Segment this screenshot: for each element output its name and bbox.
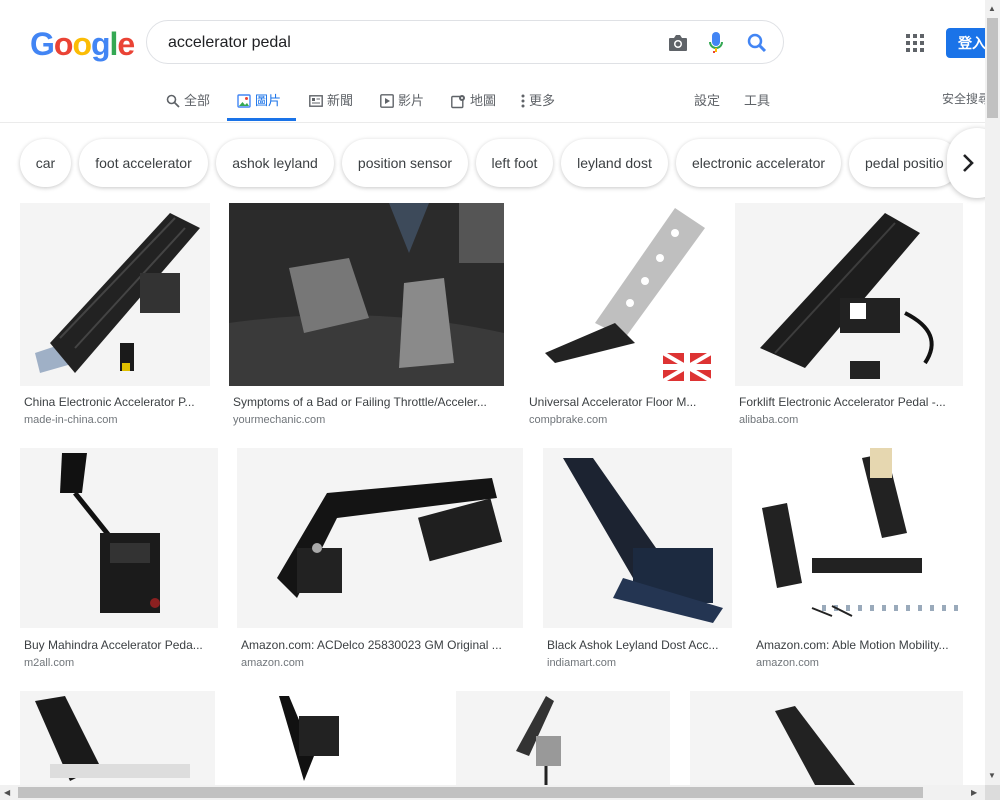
logo-letter: e [117, 26, 135, 62]
result-source: compbrake.com [529, 414, 608, 426]
tab-label: 新聞 [327, 93, 354, 108]
result-caption[interactable]: China Electronic Accelerator P... [24, 395, 206, 409]
result-thumbnail[interactable] [735, 203, 963, 386]
more-icon [521, 94, 525, 108]
result-source: made-in-china.com [24, 414, 118, 426]
result-thumbnail[interactable] [20, 691, 215, 785]
vertical-scrollbar-thumb[interactable] [987, 18, 998, 118]
search-input[interactable] [166, 31, 650, 55]
search-icon[interactable] [746, 32, 768, 54]
result-caption[interactable]: Universal Accelerator Floor M... [529, 395, 711, 409]
chip-electronic-accelerator[interactable]: electronic accelerator [676, 139, 841, 187]
chevron-right-icon [963, 154, 974, 172]
apps-grid-icon[interactable] [906, 34, 924, 52]
scroll-right-icon[interactable]: ▶ [971, 788, 977, 797]
google-logo[interactable]: Google [30, 26, 135, 63]
tab-label: 影片 [398, 93, 425, 108]
tools-link[interactable]: 工具 [744, 80, 770, 122]
tab-more[interactable]: 更多 [521, 80, 555, 122]
safe-search-link[interactable]: 安全搜尋 [942, 90, 990, 107]
result-source: indiamart.com [547, 657, 617, 669]
chip-position-sensor[interactable]: position sensor [342, 139, 468, 187]
image-result[interactable] [690, 691, 963, 785]
tab-label: 更多 [529, 93, 556, 108]
chip-pedal-position[interactable]: pedal positio [849, 139, 959, 187]
tab-label: 全部 [184, 93, 211, 108]
chip-left-foot[interactable]: left foot [476, 139, 553, 187]
result-thumbnail[interactable] [20, 448, 218, 628]
logo-letter: l [109, 26, 119, 62]
result-thumbnail[interactable] [525, 203, 715, 386]
scroll-down-icon[interactable]: ▼ [988, 771, 996, 780]
logo-letter: o [72, 26, 92, 62]
result-thumbnail[interactable] [543, 448, 732, 628]
result-caption[interactable]: Symptoms of a Bad or Failing Throttle/Ac… [233, 395, 499, 409]
logo-letter: o [53, 26, 74, 62]
image-result[interactable]: Buy Mahindra Accelerator Peda... m2all.c… [20, 448, 218, 678]
image-result[interactable]: Amazon.com: Able Motion Mobility... amaz… [752, 448, 963, 678]
result-thumbnail[interactable] [237, 448, 523, 628]
video-icon [380, 94, 394, 108]
tab-all[interactable]: 全部 [166, 80, 210, 122]
result-source: yourmechanic.com [233, 414, 326, 426]
tab-videos[interactable]: 影片 [380, 80, 424, 122]
result-thumbnail[interactable] [229, 203, 504, 386]
result-caption[interactable]: Black Ashok Leyland Dost Acc... [547, 638, 729, 652]
search-box[interactable] [146, 20, 784, 64]
result-source: amazon.com [241, 657, 304, 669]
active-tab-indicator [227, 118, 296, 121]
tab-news[interactable]: 新聞 [309, 80, 353, 122]
chip-car[interactable]: car [20, 139, 71, 187]
result-source: alibaba.com [739, 414, 799, 426]
scrollbar-corner [985, 785, 1000, 800]
image-result[interactable] [20, 691, 215, 785]
result-source: amazon.com [756, 657, 819, 669]
result-source: m2all.com [24, 657, 75, 669]
tab-label: 圖片 [255, 93, 282, 108]
settings-link[interactable]: 設定 [694, 80, 720, 122]
result-caption[interactable]: Amazon.com: ACDelco 25830023 GM Original… [241, 638, 519, 652]
scroll-left-icon[interactable]: ◀ [4, 788, 10, 797]
image-icon [237, 94, 251, 108]
image-result[interactable] [234, 691, 436, 785]
result-thumbnail[interactable] [234, 691, 436, 785]
image-result[interactable]: Symptoms of a Bad or Failing Throttle/Ac… [229, 203, 504, 433]
horizontal-scrollbar-thumb[interactable] [18, 787, 923, 798]
chip-foot-accelerator[interactable]: foot accelerator [79, 139, 208, 187]
result-caption[interactable]: Buy Mahindra Accelerator Peda... [24, 638, 214, 652]
image-result[interactable]: China Electronic Accelerator P... made-i… [20, 203, 210, 433]
result-thumbnail[interactable] [456, 691, 670, 785]
chip-ashok-leyland[interactable]: ashok leyland [216, 139, 334, 187]
header-divider [0, 122, 985, 123]
image-result[interactable] [456, 691, 670, 785]
image-result[interactable]: Forklift Electronic Accelerator Pedal -.… [735, 203, 963, 433]
search-icon [166, 94, 180, 108]
camera-icon[interactable] [667, 33, 689, 53]
search-tabs: 全部 圖片 新聞 影片 地圖 更多 設定 工具 [0, 80, 985, 122]
news-icon [309, 95, 323, 107]
chip-leyland-dost[interactable]: leyland dost [561, 139, 668, 187]
tab-images[interactable]: 圖片 [237, 80, 281, 122]
result-thumbnail[interactable] [20, 203, 210, 386]
image-result[interactable]: Universal Accelerator Floor M... compbra… [525, 203, 715, 433]
result-thumbnail[interactable] [752, 448, 963, 628]
logo-letter: G [30, 26, 55, 62]
image-result[interactable]: Black Ashok Leyland Dost Acc... indiamar… [543, 448, 732, 678]
tab-label: 地圖 [470, 93, 497, 108]
mic-icon[interactable] [708, 31, 724, 55]
map-icon [451, 94, 466, 109]
image-result[interactable]: Amazon.com: ACDelco 25830023 GM Original… [237, 448, 523, 678]
result-caption[interactable]: Amazon.com: Able Motion Mobility... [756, 638, 961, 652]
scroll-up-icon[interactable]: ▲ [988, 4, 996, 13]
result-caption[interactable]: Forklift Electronic Accelerator Pedal -.… [739, 395, 959, 409]
tab-maps[interactable]: 地圖 [451, 80, 496, 122]
result-thumbnail[interactable] [690, 691, 963, 785]
logo-letter: g [90, 26, 111, 62]
